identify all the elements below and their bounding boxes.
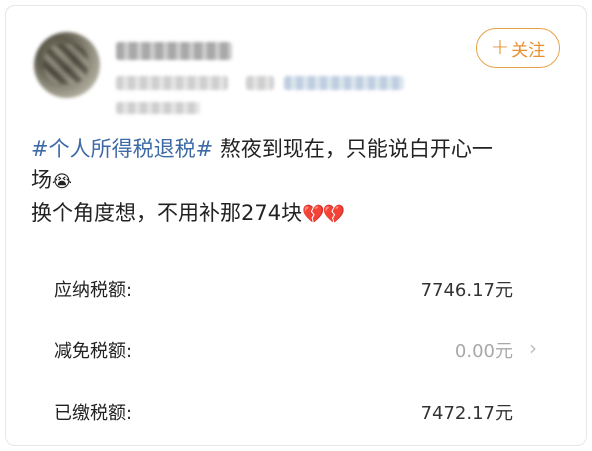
device-blurred xyxy=(246,76,274,90)
avatar[interactable] xyxy=(34,32,100,98)
crying-emoji-icon: 😭 xyxy=(52,172,72,192)
timestamp-blurred xyxy=(116,76,228,90)
username-blurred[interactable] xyxy=(116,42,232,60)
source-link-blurred[interactable] xyxy=(284,76,404,90)
broken-heart-icon: 💔💔 xyxy=(302,204,345,225)
tax-label-reduction: 减免税额: xyxy=(54,341,133,362)
post-line-3: 换个角度想，不用补那274块💔💔 xyxy=(31,198,561,230)
post-body: #个人所得税退税# 熬夜到现在，只能说白开心一 场😭 换个角度想，不用补那274… xyxy=(31,134,561,230)
post-card: + 关注 #个人所得税退税# 熬夜到现在，只能说白开心一 场😭 换个角度想，不用… xyxy=(5,5,587,446)
tax-value-payable: 7746.17元 xyxy=(420,280,513,301)
post-text-2: 场 xyxy=(31,168,52,192)
post-line-2: 场😭 xyxy=(31,165,561,198)
chevron-right-icon[interactable]: › xyxy=(529,336,537,360)
follow-label: 关注 xyxy=(511,40,546,61)
tax-label-payable: 应纳税额: xyxy=(54,280,133,301)
follow-button[interactable]: + 关注 xyxy=(476,28,560,68)
topic-link[interactable]: #个人所得税退税# xyxy=(31,137,213,161)
tax-row-reduction[interactable]: 减免税额: 0.00元 › xyxy=(6,329,586,369)
tax-label-paid: 已缴税额: xyxy=(54,403,133,424)
tax-value-paid: 7472.17元 xyxy=(420,403,513,424)
tax-row-payable: 应纳税额: 7746.17元 xyxy=(6,268,586,308)
post-line-1: #个人所得税退税# 熬夜到现在，只能说白开心一 xyxy=(31,134,561,165)
plus-icon: + xyxy=(490,35,510,60)
tax-row-paid: 已缴税额: 7472.17元 xyxy=(6,391,586,431)
post-text-3: 换个角度想，不用补那274块 xyxy=(31,201,303,225)
location-blurred xyxy=(116,102,200,114)
tax-value-reduction: 0.00元 xyxy=(454,341,513,362)
post-text-1: 熬夜到现在，只能说白开心一 xyxy=(213,137,493,161)
